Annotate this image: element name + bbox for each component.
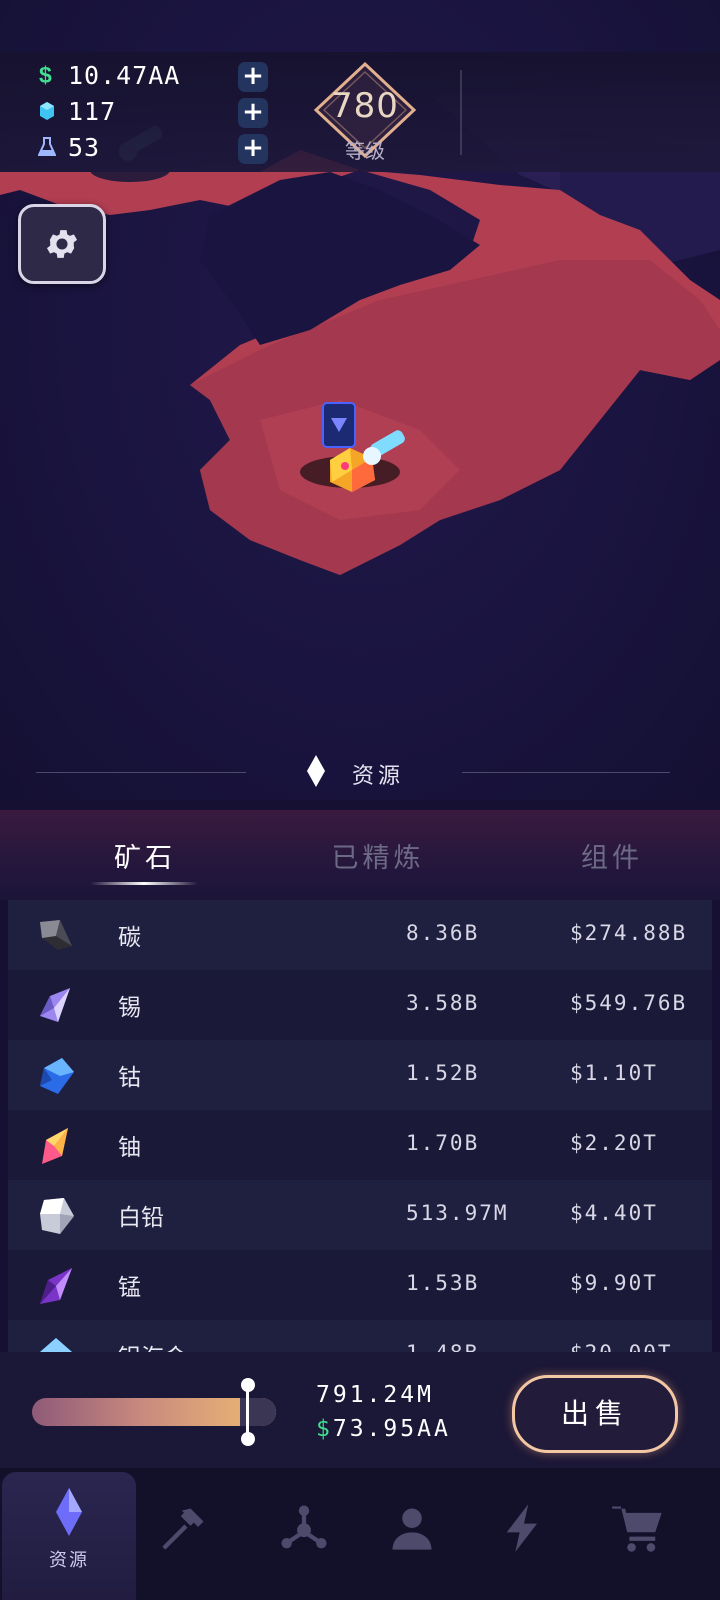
- white-lead-ore-icon: [40, 1198, 74, 1234]
- gems-value: 117: [68, 96, 117, 126]
- dollar-icon: $: [38, 62, 56, 88]
- ore-name: 锰: [118, 1275, 141, 1301]
- lightning-icon: [506, 1504, 537, 1552]
- blue-ore-icon: [40, 1338, 72, 1352]
- sell-quantity: 791.24M: [316, 1382, 434, 1408]
- uranium-ore-icon: [42, 1128, 68, 1164]
- nav-tree[interactable]: [244, 1472, 364, 1600]
- ore-price: $9.90T: [570, 1271, 658, 1295]
- money-row: $ 10.47AA: [38, 60, 180, 90]
- add-research-button[interactable]: +: [238, 134, 268, 164]
- ore-list[interactable]: 碳 8.36B $274.88B 锡 3.58B $549.76B 钴 1.52…: [8, 900, 712, 1352]
- research-row: 53: [38, 132, 100, 162]
- ore-name: 铀: [118, 1135, 141, 1161]
- nav-label: 资源: [49, 1550, 89, 1571]
- active-tab-indicator: [90, 882, 198, 885]
- section-title: 资源: [352, 764, 405, 789]
- sell-value: $73.95AA: [316, 1416, 451, 1442]
- ore-quantity: 1.48B: [406, 1341, 479, 1352]
- ore-quantity: 8.36B: [406, 921, 480, 945]
- ore-price: $274.88B: [570, 921, 688, 945]
- currency-symbol: $: [316, 1416, 333, 1442]
- ore-name: 碳: [118, 925, 141, 951]
- nodes-icon: [281, 1505, 327, 1549]
- ore-name: 白铅: [118, 1205, 164, 1231]
- ore-name: 钴: [118, 1065, 141, 1091]
- nav-shop[interactable]: [578, 1472, 698, 1600]
- add-money-button[interactable]: +: [238, 62, 268, 92]
- nav-resources[interactable]: 资源: [2, 1472, 136, 1600]
- hud-divider: [460, 70, 462, 155]
- sell-value-amount: 73.95AA: [332, 1416, 451, 1442]
- cart-icon: [612, 1506, 662, 1552]
- ore-quantity: 1.52B: [406, 1061, 480, 1085]
- nav-profile[interactable]: [352, 1472, 472, 1600]
- section-divider-right: [462, 772, 670, 773]
- tab-ore[interactable]: 矿石: [65, 836, 225, 875]
- nav-boost[interactable]: [464, 1472, 584, 1600]
- tab-refined[interactable]: 已精炼: [298, 836, 458, 875]
- list-item[interactable]: 铝海金 1.48B $20.00T: [8, 1320, 712, 1352]
- tin-ore-icon: [40, 988, 70, 1022]
- add-gems-button[interactable]: +: [238, 98, 268, 128]
- settings-button[interactable]: [18, 204, 106, 284]
- slider-knob-top[interactable]: [241, 1378, 255, 1392]
- tab-components[interactable]: 组件: [532, 836, 692, 875]
- ore-quantity: 513.97M: [406, 1201, 509, 1225]
- list-item[interactable]: 碳 8.36B $274.88B: [8, 900, 712, 970]
- crystal-icon: [307, 755, 325, 787]
- list-item[interactable]: 锡 3.58B $549.76B: [8, 970, 712, 1040]
- ore-quantity: 1.70B: [406, 1131, 480, 1155]
- list-item[interactable]: 锰 1.53B $9.90T: [8, 1250, 712, 1320]
- list-item[interactable]: 铀 1.70B $2.20T: [8, 1110, 712, 1180]
- ore-price: $20.00T: [570, 1341, 673, 1352]
- ore-name: 铝海金: [118, 1338, 187, 1352]
- money-value: 10.47AA: [68, 60, 181, 90]
- gems-row: 117: [38, 96, 116, 126]
- list-item[interactable]: 钴 1.52B $1.10T: [8, 1040, 712, 1110]
- ore-price: $1.10T: [570, 1061, 658, 1085]
- research-value: 53: [68, 132, 101, 162]
- ore-price: $549.76B: [570, 991, 688, 1015]
- section-divider-left: [36, 772, 246, 773]
- ore-quantity: 3.58B: [406, 991, 480, 1015]
- crystal-icon: [56, 1488, 82, 1536]
- gear-icon: [46, 230, 78, 258]
- ore-name: 锡: [118, 995, 141, 1021]
- level-value: 780: [331, 86, 399, 126]
- manganese-ore-icon: [40, 1268, 72, 1304]
- nav-crafting[interactable]: [124, 1472, 244, 1600]
- list-item[interactable]: 白铅 513.97M $4.40T: [8, 1180, 712, 1250]
- flask-icon: [38, 136, 56, 158]
- hexagon-gem-icon: [38, 100, 56, 122]
- ore-price: $2.20T: [570, 1131, 658, 1155]
- svg-text:$: $: [39, 62, 52, 88]
- hammer-icon: [162, 1508, 204, 1550]
- sell-button[interactable]: 出售: [512, 1375, 678, 1453]
- level-label: 等级: [345, 139, 385, 163]
- slider-knob-bottom[interactable]: [241, 1432, 255, 1446]
- ore-price: $4.40T: [570, 1201, 658, 1225]
- ore-quantity: 1.53B: [406, 1271, 480, 1295]
- person-icon: [392, 1508, 432, 1550]
- carbon-ore-icon: [40, 920, 72, 950]
- cobalt-ore-icon: [40, 1058, 74, 1094]
